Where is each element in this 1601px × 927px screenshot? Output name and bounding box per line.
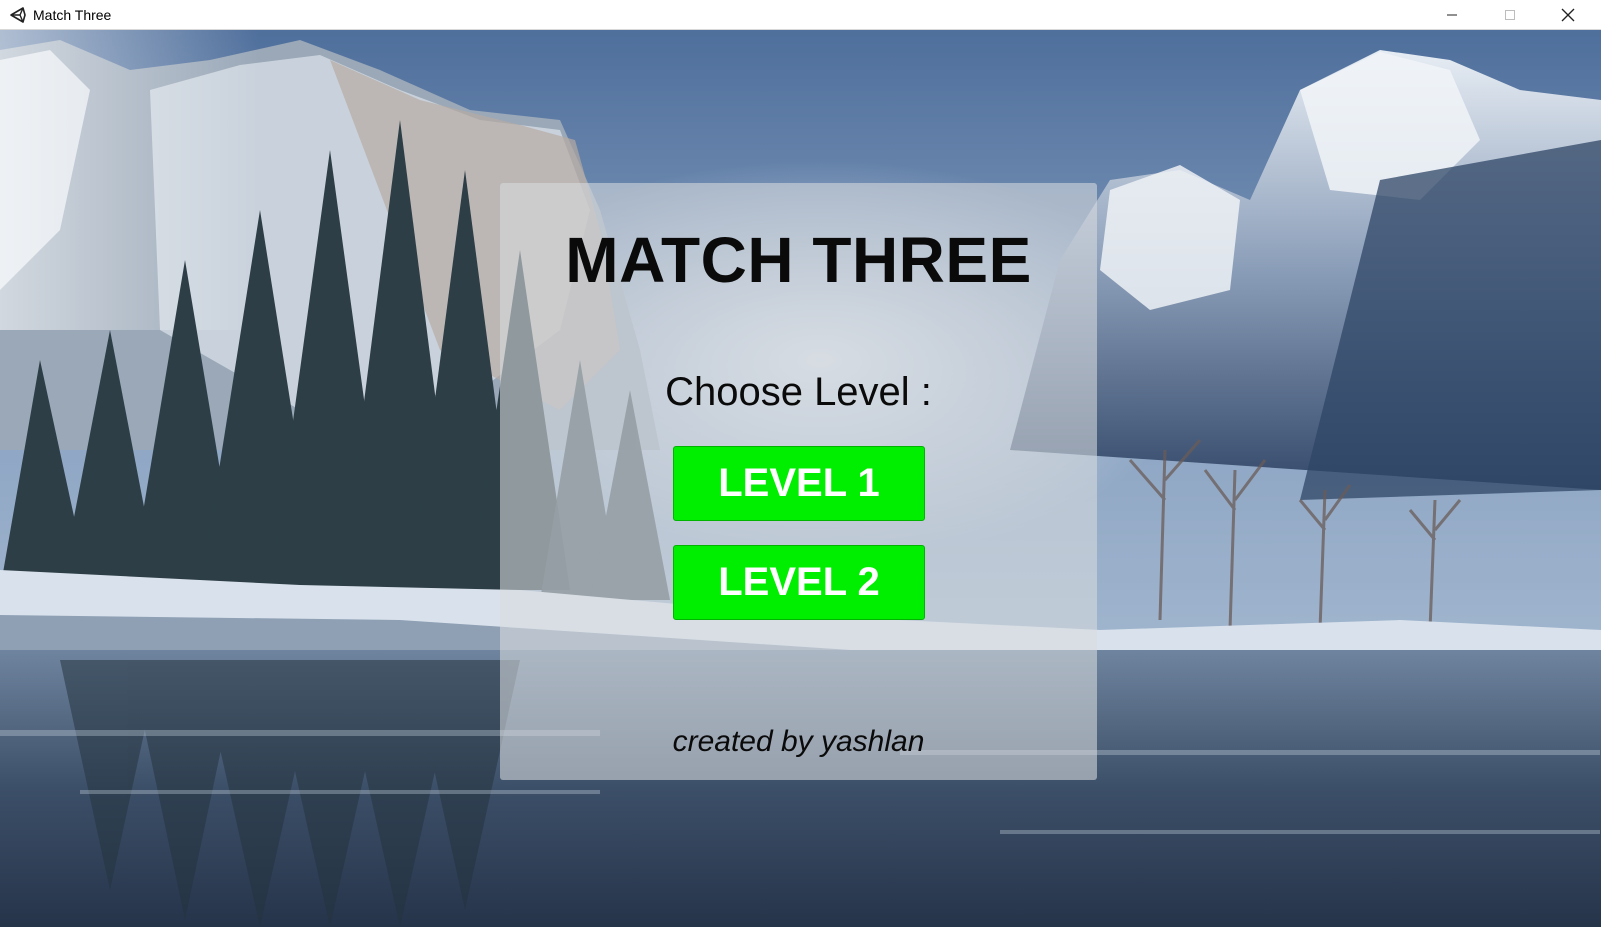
game-title: MATCH THREE [565,224,1032,296]
level-2-button[interactable]: LEVEL 2 [673,545,925,620]
unity-logo-icon [10,7,26,23]
close-icon [1561,8,1575,21]
window-title: Match Three [33,7,112,23]
level-1-button[interactable]: LEVEL 1 [673,446,925,521]
main-menu-panel: MATCH THREE Choose Level : LEVEL 1 LEVEL… [500,183,1097,780]
maximize-button[interactable] [1482,0,1538,29]
title-bar[interactable]: Match Three [0,0,1601,30]
credits-text: created by yashlan [672,725,925,758]
close-button[interactable] [1540,0,1596,29]
minimize-icon [1447,14,1457,15]
game-window: Match Three MATCH THREE Choose Level: L… [0,0,1601,927]
maximize-icon [1505,9,1515,20]
choose-level-label: Choose Level : [665,370,932,414]
minimize-button[interactable] [1424,0,1480,29]
